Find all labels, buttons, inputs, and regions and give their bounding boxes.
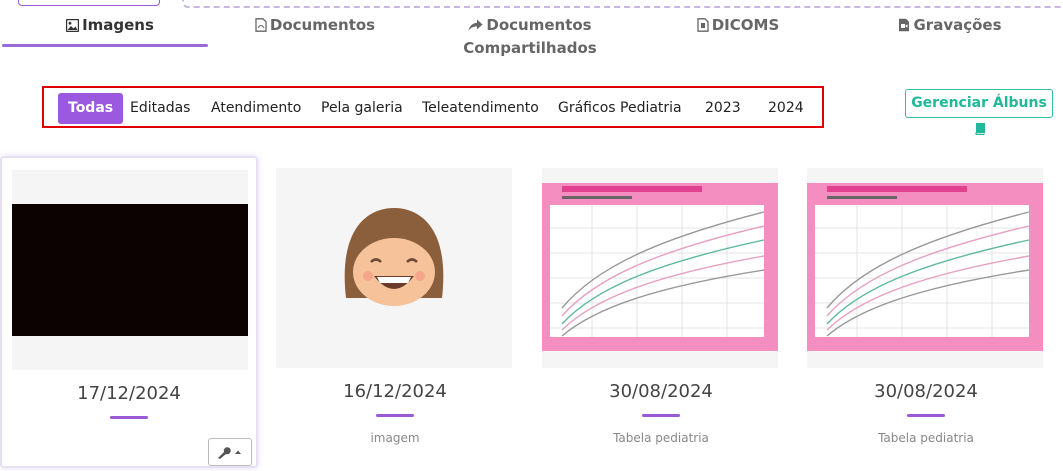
tab-dicoms-label: DICOMS	[711, 16, 780, 34]
active-tab-indicator	[2, 44, 208, 47]
card-date: 30/08/2024	[874, 381, 978, 402]
tab-documentos-compartilhados[interactable]: Documentos Compartilhados	[430, 14, 630, 60]
media-card[interactable]: 16/12/2024 imagem	[266, 156, 524, 468]
card-divider	[376, 414, 414, 417]
filter-teleatendimento[interactable]: Teleatendimento	[412, 93, 549, 124]
filter-2024[interactable]: 2024	[758, 93, 814, 124]
black-image	[12, 204, 248, 336]
video-file-icon	[899, 18, 910, 32]
card-date: 17/12/2024	[77, 383, 181, 404]
pdf-file-icon	[255, 18, 267, 32]
media-thumbnail[interactable]	[807, 168, 1043, 368]
dicom-file-icon	[697, 18, 709, 32]
card-date: 30/08/2024	[609, 381, 713, 402]
smiling-face-avatar	[344, 208, 444, 306]
tab-imagens-label: Imagens	[82, 16, 154, 34]
tools-dropdown-button[interactable]	[208, 438, 252, 466]
filter-2023[interactable]: 2023	[695, 93, 751, 124]
tab-gravacoes[interactable]: Gravações	[850, 14, 1050, 37]
media-thumbnail[interactable]	[542, 168, 778, 368]
filter-pela-galeria[interactable]: Pela galeria	[311, 93, 413, 124]
media-thumbnail[interactable]	[12, 170, 248, 370]
card-caption: Tabela pediatria	[878, 431, 974, 445]
card-divider	[907, 414, 945, 417]
card-caption: Tabela pediatria	[613, 431, 709, 445]
growth-chart	[807, 183, 1043, 368]
image-icon	[65, 18, 80, 33]
tab-imagens[interactable]: Imagens	[10, 14, 210, 37]
tab-documentos-label: Documentos	[269, 16, 376, 34]
card-date: 16/12/2024	[343, 381, 447, 402]
media-thumbnail[interactable]	[276, 168, 512, 368]
filter-graficos-pediatria[interactable]: Gráficos Pediatria	[548, 93, 692, 124]
book-icon	[974, 122, 985, 136]
share-arrow-icon	[468, 19, 483, 31]
filter-editadas[interactable]: Editadas	[120, 93, 200, 124]
filter-todas[interactable]: Todas	[58, 93, 124, 124]
media-card[interactable]: 17/12/2024	[0, 156, 258, 468]
card-divider	[642, 414, 680, 417]
tab-gravacoes-label: Gravações	[913, 16, 1002, 34]
tab-documentos[interactable]: Documentos	[215, 14, 415, 37]
card-caption: imagem	[370, 431, 420, 445]
media-card[interactable]: 30/08/2024 Tabela pediatria	[532, 156, 790, 468]
media-card[interactable]: 30/08/2024 Tabela pediatria	[797, 156, 1055, 468]
tab-dicoms[interactable]: DICOMS	[638, 14, 838, 37]
growth-chart	[542, 183, 778, 368]
manage-albums-label: Gerenciar Álbuns	[911, 95, 1047, 111]
manage-albums-button[interactable]: Gerenciar Álbuns	[905, 89, 1053, 136]
card-divider	[110, 416, 148, 419]
filter-atendimento[interactable]: Atendimento	[201, 93, 311, 124]
wrench-icon	[218, 447, 241, 459]
caret-down-icon	[235, 450, 241, 454]
media-tabs: Imagens Documentos Documentos Compartilh…	[0, 0, 1063, 62]
